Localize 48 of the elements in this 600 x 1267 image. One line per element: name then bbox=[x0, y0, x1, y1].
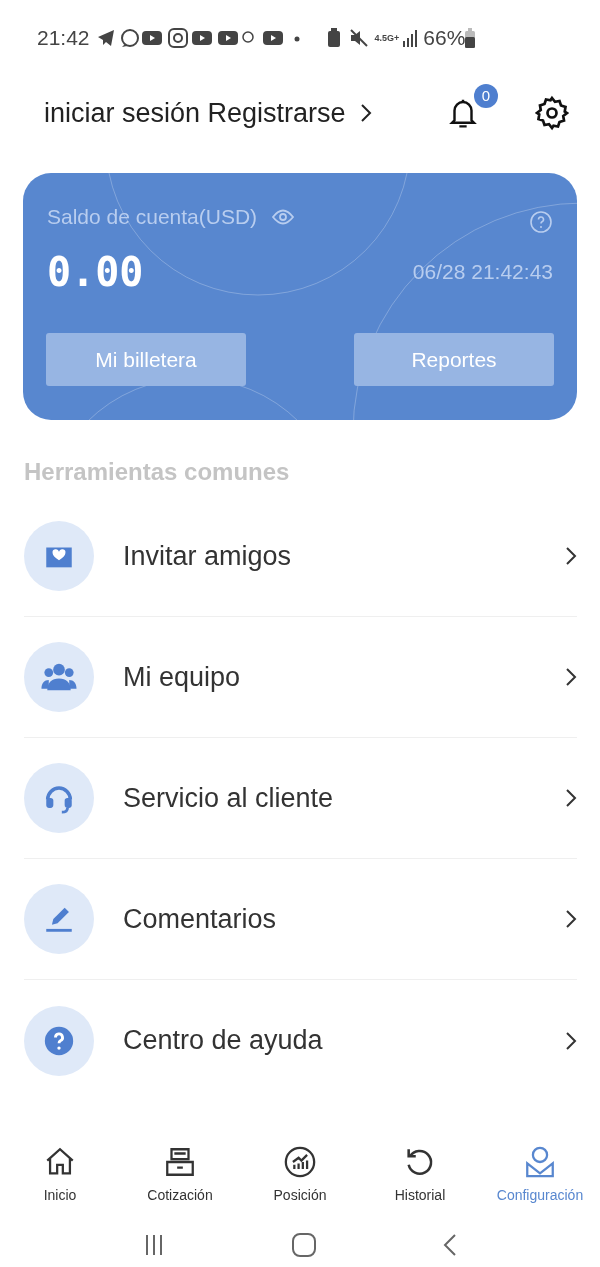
chat-bubble-icon bbox=[120, 29, 139, 47]
chevron-right-icon bbox=[565, 546, 577, 566]
nav-tab[interactable]: Configuración bbox=[485, 1145, 595, 1206]
tool-row[interactable]: Servicio al cliente bbox=[24, 738, 577, 859]
dot-icon bbox=[294, 36, 300, 42]
signal-icon bbox=[403, 29, 420, 47]
chevron-right-icon bbox=[359, 103, 372, 123]
notification-badge: 0 bbox=[474, 84, 498, 108]
tool-label: Invitar amigos bbox=[123, 539, 293, 573]
balance-amount: 0.00 bbox=[47, 248, 144, 297]
nav-tab[interactable]: Historial bbox=[365, 1145, 475, 1206]
nav-tab[interactable]: Inicio bbox=[5, 1145, 115, 1206]
nav-tab[interactable]: Cotización bbox=[125, 1145, 235, 1206]
chevron-right-icon bbox=[565, 909, 577, 929]
play-icon bbox=[217, 31, 238, 45]
play-icon bbox=[262, 31, 283, 45]
battery-icon bbox=[465, 28, 476, 48]
paper-plane-icon bbox=[97, 30, 114, 46]
chart-circle-icon bbox=[283, 1145, 317, 1179]
play-icon bbox=[191, 31, 212, 45]
chevron-right-icon bbox=[565, 1030, 577, 1051]
chevron-right-icon bbox=[565, 788, 577, 808]
mute-icon bbox=[348, 28, 369, 48]
tool-row[interactable]: Centro de ayuda bbox=[24, 980, 577, 1101]
play-icon bbox=[141, 31, 162, 45]
tool-label: Comentarios bbox=[123, 902, 278, 936]
battery-saver-icon bbox=[326, 28, 341, 48]
nav-tab[interactable]: Posición bbox=[245, 1145, 355, 1206]
tool-label: Servicio al cliente bbox=[123, 781, 335, 815]
timestamp: 06/28 21:42:43 bbox=[412, 259, 553, 286]
drawer-icon bbox=[163, 1145, 197, 1179]
settings-icon[interactable] bbox=[534, 95, 570, 131]
tool-row[interactable]: Mi equipo bbox=[24, 617, 577, 738]
chevron-right-icon bbox=[565, 667, 577, 687]
login-link[interactable]: iniciar sesión Registrarse bbox=[44, 92, 346, 134]
tool-label: Mi equipo bbox=[123, 660, 242, 694]
back-icon[interactable] bbox=[441, 1233, 458, 1257]
tool-label: Centro de ayuda bbox=[123, 1024, 324, 1058]
tool-row[interactable]: Comentarios bbox=[24, 859, 577, 980]
balance-label: Saldo de cuenta(USD) bbox=[47, 204, 258, 231]
section-title: Herramientas comunes bbox=[24, 457, 291, 486]
camera-icon bbox=[167, 28, 188, 48]
status-time: 21:42 bbox=[37, 25, 90, 52]
home-button-icon[interactable] bbox=[291, 1232, 317, 1258]
battery-level: 66% bbox=[423, 25, 466, 52]
tool-row[interactable]: Invitar amigos bbox=[24, 496, 577, 617]
network-type: 4.5G+ bbox=[374, 33, 400, 43]
user-icon bbox=[523, 1145, 557, 1179]
